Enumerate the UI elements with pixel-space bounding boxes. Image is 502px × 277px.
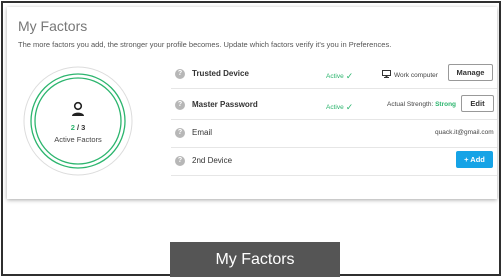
my-factors-panel: My Factors The more factors you add, the… xyxy=(7,7,497,199)
caption-banner: My Factors xyxy=(170,242,340,277)
monitor-icon xyxy=(382,70,391,78)
factor-row-2nd-device: ? 2nd Device + Add xyxy=(171,148,497,176)
total-count: 3 xyxy=(81,123,86,132)
device-detail: Work computer xyxy=(382,70,438,79)
factor-row-trusted-device: ? Trusted Device Active ✓ Work computer M… xyxy=(171,61,497,89)
screenshot-frame: My Factors The more factors you add, the… xyxy=(1,1,501,277)
add-device-button[interactable]: + Add xyxy=(456,151,493,168)
help-icon[interactable]: ? xyxy=(175,100,185,110)
check-icon: ✓ xyxy=(345,71,354,81)
active-factors-label: Active Factors xyxy=(54,135,102,144)
password-strength: Actual Strength: Strong xyxy=(387,101,457,108)
edit-button[interactable]: Edit xyxy=(461,95,494,112)
factor-name: Master Password xyxy=(192,100,258,109)
help-icon[interactable]: ? xyxy=(175,69,185,79)
gauge-rings xyxy=(23,66,133,176)
help-icon[interactable]: ? xyxy=(175,156,185,166)
active-factors-gauge: 2 / 3 Active Factors xyxy=(22,65,134,177)
factor-row-email: ? Email quack.it@gmail.com xyxy=(171,120,497,148)
active-factors-count: 2 / 3 xyxy=(22,123,134,132)
status-badge: Active ✓ xyxy=(326,102,354,112)
factor-name: Trusted Device xyxy=(192,69,249,78)
manage-button[interactable]: Manage xyxy=(448,64,493,81)
strength-value: Strong xyxy=(435,101,457,108)
help-icon[interactable]: ? xyxy=(175,128,185,138)
email-value: quack.it@gmail.com xyxy=(435,129,494,136)
panel-subtitle: The more factors you add, the stronger y… xyxy=(18,40,392,49)
panel-title: My Factors xyxy=(18,18,88,34)
status-badge: Active ✓ xyxy=(326,71,354,81)
factor-row-master-password: ? Master Password Active ✓ Actual Strengt… xyxy=(171,92,497,120)
factor-name: Email xyxy=(192,128,213,137)
check-icon: ✓ xyxy=(345,102,354,112)
user-icon xyxy=(72,101,84,116)
factor-name: 2nd Device xyxy=(192,156,233,165)
